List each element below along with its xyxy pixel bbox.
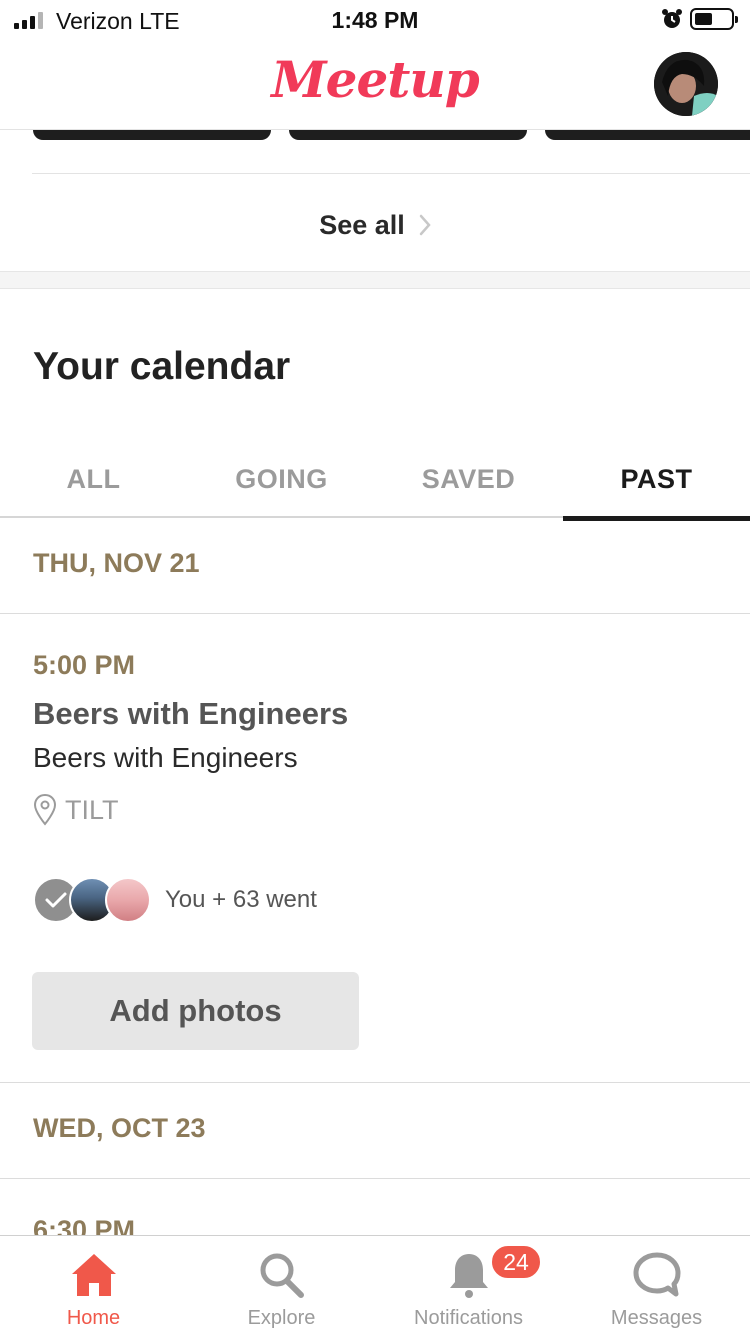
- profile-avatar[interactable]: [654, 52, 718, 116]
- tab-all[interactable]: ALL: [0, 440, 187, 518]
- nav-messages[interactable]: Messages: [563, 1236, 750, 1334]
- tab-saved[interactable]: SAVED: [375, 440, 562, 518]
- date-header: WED, OCT 23: [0, 1083, 750, 1179]
- event-group-name: Beers with Engineers: [33, 742, 298, 773]
- meetup-logo[interactable]: Meetup: [0, 50, 750, 109]
- search-icon: [260, 1253, 304, 1298]
- event-venue: TILT: [33, 793, 119, 827]
- nav-label: Notifications: [414, 1307, 523, 1329]
- nav-home[interactable]: Home: [0, 1236, 187, 1334]
- attendance-count: You + 63 went: [165, 886, 317, 913]
- bottom-navigation: Home Explore Notifications Messages 24: [0, 1235, 750, 1334]
- chevron-right-icon: [419, 214, 431, 236]
- tab-going[interactable]: GOING: [188, 440, 375, 518]
- status-time: 1:48 PM: [331, 7, 419, 33]
- status-bar: Verizon LTE 1:48 PM: [0, 0, 750, 40]
- venue-name: TILT: [65, 794, 119, 825]
- home-icon: [71, 1254, 116, 1296]
- nav-explore[interactable]: Explore: [188, 1236, 375, 1334]
- app-header: Meetup: [0, 40, 750, 130]
- carousel-card[interactable]: [545, 130, 750, 140]
- carousel-card[interactable]: [289, 130, 527, 140]
- battery-icon: [690, 8, 738, 30]
- event-title[interactable]: Beers with Engineers: [33, 696, 348, 732]
- attendees-row[interactable]: You + 63 went: [33, 877, 317, 923]
- location-pin-icon: [33, 793, 57, 826]
- section-separator: [0, 271, 750, 289]
- bell-icon: [449, 1254, 488, 1298]
- see-all-label: See all: [319, 209, 405, 240]
- calendar-tabs: ALL GOING SAVED PAST: [0, 440, 750, 521]
- calendar-title: Your calendar: [33, 345, 291, 388]
- date-label: WED, OCT 23: [33, 1113, 206, 1143]
- see-all-link[interactable]: See all: [0, 200, 750, 250]
- event-time: 5:00 PM: [33, 650, 136, 680]
- tab-past[interactable]: PAST: [563, 440, 750, 521]
- notification-badge: 24: [490, 1244, 542, 1280]
- add-photos-button[interactable]: Add photos: [32, 972, 359, 1050]
- chat-bubble-icon: [633, 1252, 680, 1297]
- nav-label: Explore: [247, 1307, 316, 1329]
- date-header: THU, NOV 21: [0, 518, 750, 614]
- divider: [32, 173, 750, 174]
- nav-label: Home: [66, 1307, 121, 1329]
- attendee-avatar: [105, 877, 151, 923]
- date-label: THU, NOV 21: [33, 548, 200, 578]
- alarm-icon: [662, 9, 682, 28]
- carousel-card[interactable]: [33, 130, 271, 140]
- nav-label: Messages: [610, 1307, 703, 1329]
